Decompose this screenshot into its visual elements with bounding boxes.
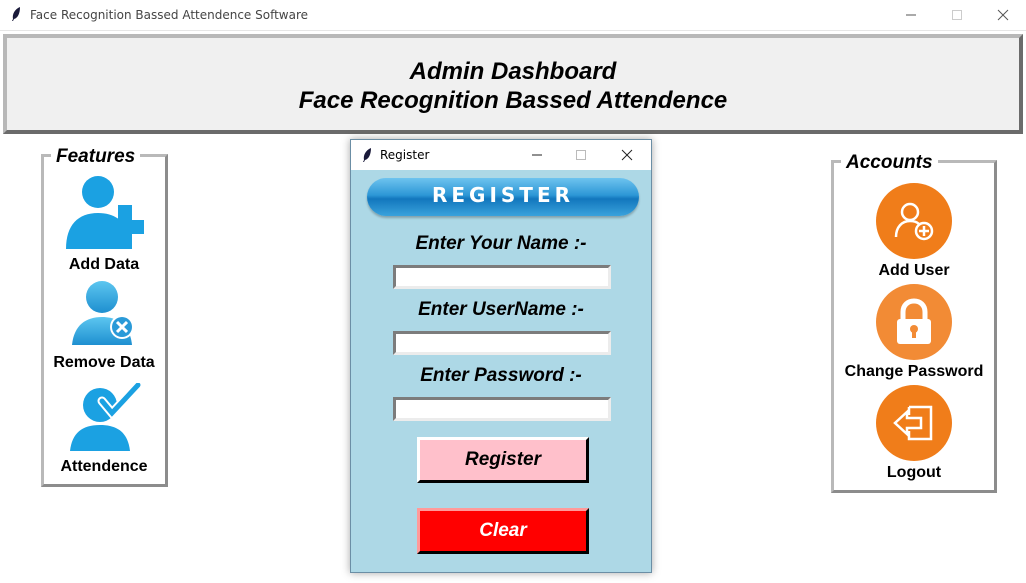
name-label: Enter Your Name :- <box>415 233 587 254</box>
add-data-label: Add Data <box>68 256 140 273</box>
close-button[interactable] <box>980 0 1026 30</box>
remove-data-label: Remove Data <box>53 354 155 371</box>
clear-button[interactable]: Clear <box>417 508 589 554</box>
page-title: Admin Dashboard <box>409 58 617 85</box>
maximize-button[interactable] <box>934 0 980 30</box>
remove-data-button[interactable]: Remove Data <box>42 279 166 372</box>
user-check-icon <box>64 380 144 457</box>
attendence-button[interactable]: Attendence <box>42 380 166 476</box>
feather-icon <box>361 147 373 168</box>
minimize-button[interactable] <box>888 0 934 30</box>
accounts-group: Add User Change Password Logout <box>831 160 997 493</box>
header-banner: Admin Dashboard Face Recognition Bassed … <box>3 34 1023 134</box>
lock-icon <box>876 284 952 360</box>
logout-icon <box>876 385 952 461</box>
dialog-minimize-button[interactable] <box>515 140 559 170</box>
logout-label: Logout <box>886 464 942 481</box>
dialog-title: Register <box>380 148 430 162</box>
name-input[interactable] <box>393 265 611 289</box>
register-banner: REGISTER <box>367 178 639 216</box>
dialog-close-button[interactable] <box>605 140 649 170</box>
change-password-button[interactable]: Change Password <box>834 284 994 381</box>
change-password-label: Change Password <box>844 363 984 380</box>
register-button[interactable]: Register <box>417 437 589 483</box>
register-dialog: Register REGISTER Enter Your Name :- Ent… <box>350 139 652 573</box>
features-legend: Features <box>51 146 141 168</box>
attendence-label: Attendence <box>60 458 148 475</box>
add-user-label: Add User <box>878 262 950 279</box>
dialog-titlebar: Register <box>351 140 651 170</box>
username-input[interactable] <box>393 331 611 355</box>
password-input[interactable] <box>393 397 611 421</box>
add-user-icon <box>64 176 147 255</box>
dialog-maximize-button[interactable] <box>559 140 603 170</box>
features-group: Add Data Remove Data Attendence <box>41 154 168 487</box>
password-label: Enter Password :- <box>420 365 582 386</box>
username-label: Enter UserName :- <box>418 299 584 320</box>
logout-button[interactable]: Logout <box>834 385 994 482</box>
accounts-legend: Accounts <box>841 152 938 174</box>
feather-icon <box>10 6 22 27</box>
add-user-button[interactable]: Add User <box>834 183 994 280</box>
window-title: Face Recognition Bassed Attendence Softw… <box>30 8 309 22</box>
window-titlebar: Face Recognition Bassed Attendence Softw… <box>0 0 1026 31</box>
remove-user-icon <box>64 281 144 353</box>
add-user-icon <box>876 183 952 259</box>
page-subtitle: Face Recognition Bassed Attendence <box>298 87 728 114</box>
add-data-button[interactable]: Add Data <box>42 175 166 274</box>
